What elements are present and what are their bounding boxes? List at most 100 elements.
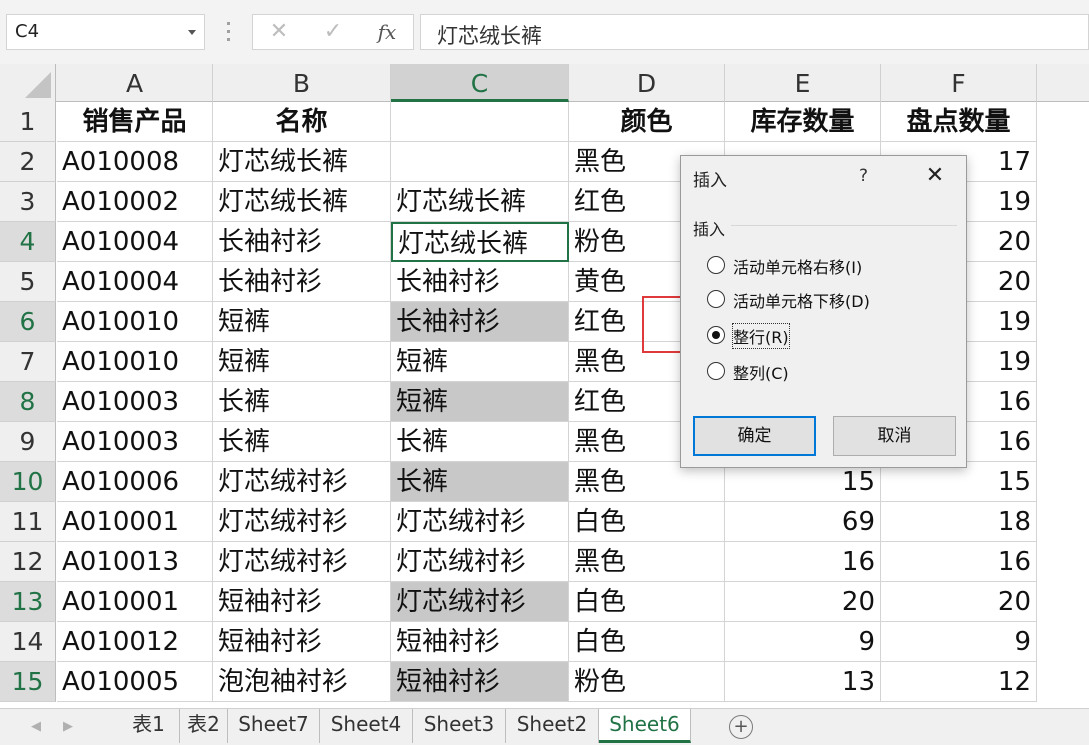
cell-e14[interactable]: 9 (725, 622, 881, 662)
cell-b7[interactable]: 短裤 (213, 342, 391, 382)
cell-a4[interactable]: A010004 (57, 222, 213, 262)
cell-e11[interactable]: 69 (725, 502, 881, 542)
column-header-d[interactable]: D (569, 64, 725, 102)
cell-b12[interactable]: 灯芯绒衬衫 (213, 542, 391, 582)
radio-shift-right[interactable] (707, 256, 725, 274)
sheet-tab[interactable]: Sheet2 (506, 709, 599, 743)
cell-c14[interactable]: 短袖衬衫 (391, 622, 569, 662)
tab-scroll-right-icon[interactable]: ▶ (58, 717, 78, 737)
sheet-tab[interactable]: Sheet4 (320, 709, 413, 743)
select-all-button[interactable] (0, 64, 56, 102)
cell-c1[interactable] (391, 102, 569, 142)
add-sheet-icon[interactable]: + (729, 715, 753, 739)
cell-c8[interactable]: 短裤 (391, 382, 569, 422)
chevron-down-icon[interactable] (188, 30, 196, 35)
cell-f10[interactable]: 15 (881, 462, 1037, 502)
row-header[interactable]: 12 (0, 542, 56, 582)
row-header[interactable]: 5 (0, 262, 56, 302)
cell-b6[interactable]: 短裤 (213, 302, 391, 342)
cell-c2[interactable] (391, 142, 569, 182)
cell-a5[interactable]: A010004 (57, 262, 213, 302)
row-header[interactable]: 15 (0, 662, 56, 702)
row-header[interactable]: 7 (0, 342, 56, 382)
cell-c9[interactable]: 长裤 (391, 422, 569, 462)
cell-a8[interactable]: A010003 (57, 382, 213, 422)
cell-c10[interactable]: 长裤 (391, 462, 569, 502)
check-icon[interactable]: ✓ (315, 19, 351, 45)
cell-a3[interactable]: A010002 (57, 182, 213, 222)
radio-entire-column[interactable] (707, 362, 725, 380)
cell-a9[interactable]: A010003 (57, 422, 213, 462)
cell-b3[interactable]: 灯芯绒长裤 (213, 182, 391, 222)
cell-d13[interactable]: 白色 (569, 582, 725, 622)
cell-a10[interactable]: A010006 (57, 462, 213, 502)
cell-b10[interactable]: 灯芯绒衬衫 (213, 462, 391, 502)
cell-d10[interactable]: 黑色 (569, 462, 725, 502)
row-header[interactable]: 11 (0, 502, 56, 542)
cell-a6[interactable]: A010010 (57, 302, 213, 342)
sheet-tab[interactable]: Sheet3 (413, 709, 506, 743)
ok-button[interactable]: 确定 (693, 416, 816, 456)
tab-scroll-left-icon[interactable]: ◀ (26, 717, 46, 737)
row-header[interactable]: 14 (0, 622, 56, 662)
help-icon[interactable]: ? (859, 166, 868, 186)
sheet-tab[interactable]: 表2 (180, 709, 228, 743)
cell-c11[interactable]: 灯芯绒衬衫 (391, 502, 569, 542)
cell-d12[interactable]: 黑色 (569, 542, 725, 582)
cell-e10[interactable]: 15 (725, 462, 881, 502)
cell-a11[interactable]: A010001 (57, 502, 213, 542)
cell-d11[interactable]: 白色 (569, 502, 725, 542)
cell-b15[interactable]: 泡泡袖衬衫 (213, 662, 391, 702)
radio-entire-row[interactable] (707, 326, 725, 344)
row-header[interactable]: 2 (0, 142, 56, 182)
cell-b11[interactable]: 灯芯绒衬衫 (213, 502, 391, 542)
close-icon[interactable]: ✕ (921, 162, 949, 190)
cell-c4[interactable]: 灯芯绒长裤 (391, 222, 569, 262)
cell-d15[interactable]: 粉色 (569, 662, 725, 702)
cell-e1[interactable]: 库存数量 (725, 102, 881, 142)
sheet-tab[interactable]: Sheet7 (228, 709, 320, 743)
sheet-tab[interactable]: 表1 (118, 709, 180, 743)
cancel-button[interactable]: 取消 (833, 416, 956, 456)
row-header[interactable]: 4 (0, 222, 56, 262)
sheet-tab[interactable]: Sheet6 (599, 709, 691, 743)
cell-b13[interactable]: 短袖衬衫 (213, 582, 391, 622)
cell-f12[interactable]: 16 (881, 542, 1037, 582)
cell-f1[interactable]: 盘点数量 (881, 102, 1037, 142)
cell-c7[interactable]: 短裤 (391, 342, 569, 382)
cell-b4[interactable]: 长袖衬衫 (213, 222, 391, 262)
radio-shift-down[interactable] (707, 290, 725, 308)
column-header-a[interactable]: A (57, 64, 213, 102)
row-header[interactable]: 9 (0, 422, 56, 462)
cell-b8[interactable]: 长裤 (213, 382, 391, 422)
cell-c3[interactable]: 灯芯绒长裤 (391, 182, 569, 222)
cell-b5[interactable]: 长袖衬衫 (213, 262, 391, 302)
row-header[interactable]: 6 (0, 302, 56, 342)
cell-e13[interactable]: 20 (725, 582, 881, 622)
cell-c6[interactable]: 长袖衬衫 (391, 302, 569, 342)
cell-a7[interactable]: A010010 (57, 342, 213, 382)
formula-input[interactable]: 灯芯绒长裤 (420, 14, 1089, 50)
cell-c12[interactable]: 灯芯绒衬衫 (391, 542, 569, 582)
cell-f13[interactable]: 20 (881, 582, 1037, 622)
insert-function-icon[interactable]: fx (369, 19, 405, 45)
cell-b2[interactable]: 灯芯绒长裤 (213, 142, 391, 182)
cell-d1[interactable]: 颜色 (569, 102, 725, 142)
row-header[interactable]: 8 (0, 382, 56, 422)
column-header-c[interactable]: C (391, 64, 569, 102)
name-box[interactable]: C4 (6, 14, 205, 50)
cell-b9[interactable]: 长裤 (213, 422, 391, 462)
row-header[interactable]: 13 (0, 582, 56, 622)
cell-c13[interactable]: 灯芯绒衬衫 (391, 582, 569, 622)
row-header[interactable]: 1 (0, 102, 56, 142)
row-header[interactable]: 10 (0, 462, 56, 502)
column-header-b[interactable]: B (213, 64, 391, 102)
cell-e12[interactable]: 16 (725, 542, 881, 582)
formula-bar-grip-icon[interactable] (225, 20, 231, 44)
cell-a14[interactable]: A010012 (57, 622, 213, 662)
column-header-e[interactable]: E (725, 64, 881, 102)
cell-a1[interactable]: 销售产品 (57, 102, 213, 142)
cell-b1[interactable]: 名称 (213, 102, 391, 142)
cell-c5[interactable]: 长袖衬衫 (391, 262, 569, 302)
cell-a12[interactable]: A010013 (57, 542, 213, 582)
